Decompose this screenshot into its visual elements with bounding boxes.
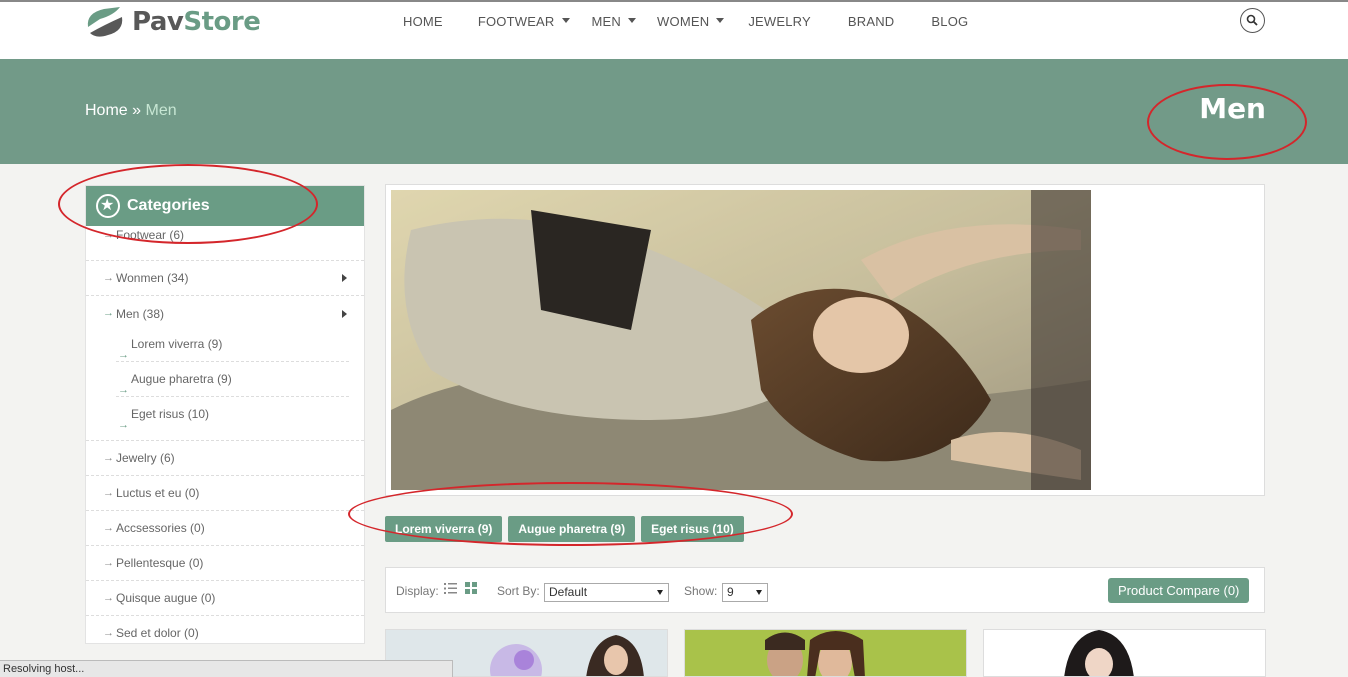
logo-icon xyxy=(84,5,126,39)
arrow-right-icon: → xyxy=(103,487,114,499)
category-item-men[interactable]: → Men (38) → Lorem viverra (9) → Augue p… xyxy=(86,296,364,441)
list-view-icon[interactable] xyxy=(444,582,457,598)
display-label: Display: xyxy=(396,584,439,598)
arrow-right-icon: → xyxy=(103,522,114,534)
site-header: PavStore HOME FOOTWEAR MEN WOMEN JEWELRY… xyxy=(0,0,1348,59)
arrow-right-icon: → xyxy=(103,557,114,569)
chevron-right-icon[interactable] xyxy=(342,274,347,282)
sort-label: Sort By: xyxy=(497,584,540,598)
star-icon: ★ xyxy=(96,194,120,218)
show-label: Show: xyxy=(684,584,718,598)
nav-men[interactable]: MEN xyxy=(592,14,637,29)
category-item-luctus[interactable]: → Luctus et eu (0) xyxy=(86,476,364,511)
breadcrumb-home-link[interactable]: Home xyxy=(85,102,128,119)
chevron-down-icon xyxy=(628,18,637,23)
subcategory-list: → Lorem viverra (9) → Augue pharetra (9)… xyxy=(116,327,364,432)
subcategory-item-augue-pharetra[interactable]: → Augue pharetra (9) xyxy=(116,362,349,397)
category-item-quisque[interactable]: → Quisque augue (0) xyxy=(86,581,364,616)
chevron-down-icon xyxy=(716,18,725,23)
product-compare-button[interactable]: Product Compare (0) xyxy=(1108,578,1250,603)
arrow-right-icon: → xyxy=(103,627,114,639)
product-image xyxy=(685,630,966,676)
arrow-right-icon: → xyxy=(118,419,129,431)
nav-brand[interactable]: BRAND xyxy=(848,14,895,29)
category-item-footwear[interactable]: → Footwear (6) xyxy=(86,226,364,261)
nav-women[interactable]: WOMEN xyxy=(657,14,725,29)
categories-heading: ★ Categories xyxy=(86,186,364,226)
breadcrumb-separator: » xyxy=(132,102,142,119)
category-banner-image xyxy=(391,190,1091,490)
category-item-accsessories[interactable]: → Accsessories (0) xyxy=(86,511,364,546)
subcategory-item-lorem-viverra[interactable]: → Lorem viverra (9) xyxy=(116,327,349,362)
arrow-right-icon: → xyxy=(103,229,114,241)
arrow-right-icon: → xyxy=(103,272,114,284)
product-image xyxy=(984,630,1265,676)
category-label: Luctus et eu (0) xyxy=(116,486,200,500)
arrow-right-icon: → xyxy=(103,592,114,604)
category-item-sed-et-dolor[interactable]: → Sed et dolor (0) xyxy=(86,616,364,651)
category-label: Quisque augue (0) xyxy=(116,591,216,605)
nav-home[interactable]: HOME xyxy=(403,14,443,29)
category-item-wonmen[interactable]: → Wonmen (34) xyxy=(86,261,364,296)
chevron-right-icon[interactable] xyxy=(342,310,347,318)
logo-text-part2: Store xyxy=(183,7,261,37)
product-card[interactable] xyxy=(684,629,967,677)
category-label: Men (38) xyxy=(116,307,165,321)
logo-text-part1: Pav xyxy=(132,7,184,37)
page-banner: Home » Men Men xyxy=(0,59,1348,164)
category-item-pellentesque[interactable]: → Pellentesque (0) xyxy=(86,546,364,581)
nav-jewelry[interactable]: JEWELRY xyxy=(748,14,811,29)
browser-status-bar: Resolving host... xyxy=(0,660,453,677)
category-label: Wonmen (34) xyxy=(116,271,189,285)
chevron-down-icon xyxy=(561,18,570,23)
category-label: Footwear (6) xyxy=(116,228,185,242)
category-banner-box xyxy=(385,184,1265,496)
categories-sidebar: ★ Categories → Footwear (6) → Wonmen (34… xyxy=(85,185,365,644)
subcategory-item-eget-risus[interactable]: → Eget risus (10) xyxy=(116,397,349,432)
grid-view-icon[interactable] xyxy=(465,582,477,597)
subcategory-button-lorem-viverra[interactable]: Lorem viverra (9) xyxy=(385,516,503,542)
nav-blog[interactable]: BLOG xyxy=(931,14,968,29)
subcategory-button-eget-risus[interactable]: Eget risus (10) xyxy=(641,516,744,542)
subcategory-button-augue-pharetra[interactable]: Augue pharetra (9) xyxy=(508,516,636,542)
search-button[interactable] xyxy=(1240,8,1265,33)
chevron-down-icon xyxy=(756,590,762,595)
sort-select[interactable]: Default xyxy=(544,583,669,602)
product-toolbar: Display: Sort By: Default Show: 9 Produc… xyxy=(385,567,1265,613)
chevron-down-icon xyxy=(657,590,663,595)
site-logo[interactable]: PavStore xyxy=(84,5,261,39)
category-label: Accsessories (0) xyxy=(116,521,205,535)
category-item-jewelry[interactable]: → Jewelry (6) xyxy=(86,441,364,476)
nav-footwear[interactable]: FOOTWEAR xyxy=(478,14,570,29)
page-title: Men xyxy=(1199,92,1266,125)
category-label: Sed et dolor (0) xyxy=(116,626,199,640)
show-select[interactable]: 9 xyxy=(722,583,768,602)
subcategory-buttons: Lorem viverra (9) Augue pharetra (9) Ege… xyxy=(385,516,750,542)
category-label: Jewelry (6) xyxy=(116,451,175,465)
arrow-right-icon: → xyxy=(103,307,114,319)
category-label: Pellentesque (0) xyxy=(116,556,204,570)
categories-heading-label: Categories xyxy=(127,197,210,214)
product-card[interactable] xyxy=(983,629,1266,677)
breadcrumb: Home » Men xyxy=(85,102,177,120)
main-nav: HOME FOOTWEAR MEN WOMEN JEWELRY BRAND BL… xyxy=(403,14,968,29)
arrow-right-icon: → xyxy=(103,452,114,464)
breadcrumb-current: Men xyxy=(145,102,177,119)
search-icon xyxy=(1246,14,1258,26)
